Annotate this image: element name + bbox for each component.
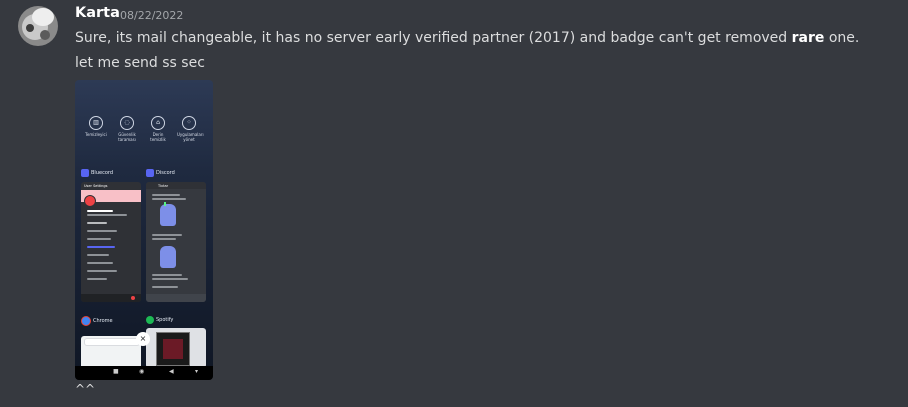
timestamp: 08/22/2022 [120,9,184,22]
back-icon: ◀ [169,368,174,375]
sticker-image [160,204,176,226]
quick-setting-label: Güvenlik taraması [118,132,136,142]
bluecord-preview: User Settings [81,182,141,302]
recents-icon: ■ [113,368,119,375]
quick-setting-cleaner: ▥ Temizleyici [84,116,108,137]
apps-icon: ⁘ [182,116,196,130]
recent-app-discord: Discord [146,169,175,177]
channel-header [146,182,206,189]
sticker-image [160,246,176,268]
message-text-end: one. [824,30,860,46]
app-name: Bluecord [91,170,114,176]
quick-setting-label: Derin temizlik [150,132,166,142]
chrome-icon [81,316,91,326]
channel-name: Tixtar [158,183,169,188]
menu-icon: ▾ [195,368,199,375]
recent-app-bluecord: Bluecord [81,169,113,177]
discord-icon [146,169,154,177]
chat-message: Karta 08/22/2022 Sure, its mail changeab… [0,0,908,407]
message-text-line-2: let me send ss sec [75,55,205,71]
sticker-leaf [164,202,166,206]
android-nav-bar: ■ ◉ ◀ ▾ [75,366,213,380]
message-bold-text: rare [791,30,825,46]
close-icon[interactable]: × [136,332,150,346]
settings-title: User Settings [84,184,108,188]
quick-setting-security: ◌ Güvenlik taraması [115,116,139,142]
trash-icon: ▥ [89,116,103,130]
recent-app-spotify: Spotify [146,316,173,324]
home-button-icon: ◉ [139,368,145,375]
notification-dot [131,296,135,300]
username[interactable]: Karta [75,5,120,21]
discord-icon [81,169,89,177]
app-name: Discord [156,170,175,176]
avatar[interactable] [18,6,58,46]
message-text-line-1: Sure, its mail changeable, it has no ser… [75,30,859,46]
home-icon: ⌂ [151,116,165,130]
recent-app-chrome: Chrome [81,316,113,326]
message-text-line-3: ^^ [75,382,96,396]
message-text: Sure, its mail changeable, it has no ser… [75,30,792,46]
app-name: Spotify [156,317,174,323]
quick-setting-manage-apps: ⁘ Uygulamaları yönet [177,116,204,142]
spotify-preview [146,328,206,368]
spotify-icon [146,316,154,324]
quick-setting-label: Temizleyici [85,132,107,137]
address-bar [84,338,140,346]
message-input [146,294,206,302]
app-name: Chrome [93,318,113,324]
image-attachment[interactable]: ▥ Temizleyici ◌ Güvenlik taraması ⌂ Deri… [75,80,213,380]
album-art [156,332,190,366]
shield-icon: ◌ [120,116,134,130]
quick-setting-label: Uygulamaları yönet [177,132,204,142]
discord-preview: Tixtar [146,182,206,302]
avatar [84,195,96,207]
quick-setting-deep-clean: ⌂ Derin temizlik [146,116,170,142]
